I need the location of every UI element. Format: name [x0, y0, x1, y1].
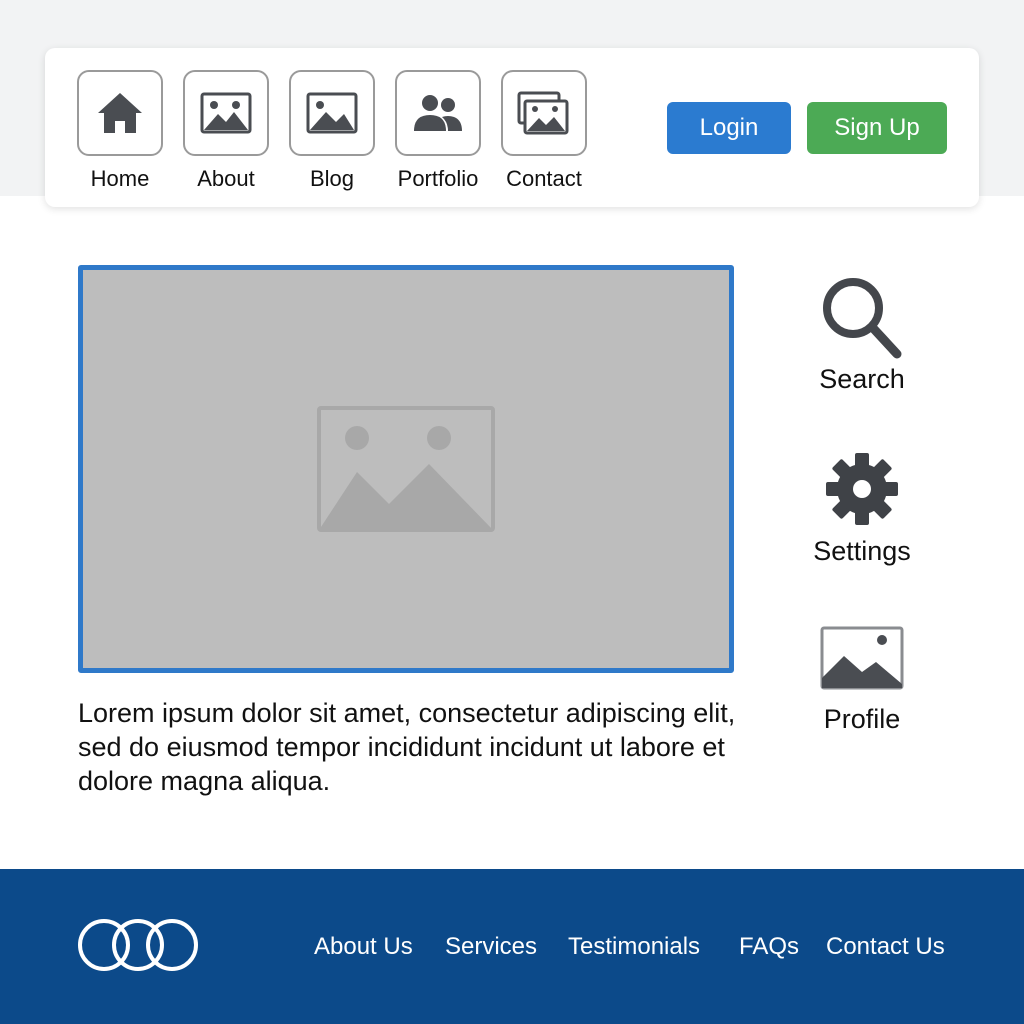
about-tile[interactable]	[183, 70, 269, 156]
footer-link-services[interactable]: Services	[445, 933, 537, 961]
nav-label-home: Home	[90, 166, 150, 191]
nav-label-portfolio: Portfolio	[397, 166, 479, 191]
signup-button[interactable]: Sign Up	[807, 102, 947, 154]
image-icon	[306, 92, 358, 134]
image-icon	[200, 92, 252, 134]
sidebar-item-settings[interactable]: Settings	[800, 452, 924, 567]
image-icon	[820, 626, 904, 690]
contact-tile[interactable]	[501, 70, 587, 156]
home-tile[interactable]	[77, 70, 163, 156]
sidebar-item-search[interactable]: Search	[800, 276, 924, 395]
image-placeholder-icon	[317, 406, 495, 532]
sidebar-item-profile[interactable]: Profile	[800, 626, 924, 735]
search-icon	[823, 278, 902, 359]
nav-label-about: About	[197, 166, 255, 191]
footer-link-testimonials[interactable]: Testimonials	[568, 933, 700, 961]
nav-item-contact[interactable]: Contact	[491, 70, 597, 192]
hero-image[interactable]	[78, 265, 734, 673]
footer-link-contact-us[interactable]: Contact Us	[826, 933, 945, 961]
login-button[interactable]: Login	[667, 102, 791, 154]
footer: About Us Services Testimonials FAQs Cont…	[0, 869, 1024, 1024]
nav-item-home[interactable]: Home	[67, 70, 173, 192]
blog-tile[interactable]	[289, 70, 375, 156]
nav-item-portfolio[interactable]: Portfolio	[385, 70, 491, 192]
sidebar-label-profile: Profile	[823, 704, 901, 734]
top-navigation: Home About Blog Portfolio Contact Login …	[45, 48, 979, 207]
footer-link-about-us[interactable]: About Us	[314, 933, 413, 961]
gear-icon	[826, 453, 898, 525]
users-icon	[414, 95, 462, 131]
sidebar-label-settings: Settings	[813, 536, 911, 566]
logo-rings-icon	[78, 919, 198, 971]
nav-label-contact: Contact	[506, 166, 582, 191]
sidebar-label-search: Search	[819, 364, 905, 394]
footer-link-faqs[interactable]: FAQs	[739, 933, 799, 961]
images-icon	[517, 91, 569, 135]
nav-label-blog: Blog	[309, 166, 355, 191]
nav-item-blog[interactable]: Blog	[279, 70, 385, 192]
portfolio-tile[interactable]	[395, 70, 481, 156]
body-text: Lorem ipsum dolor sit amet, consectetur …	[78, 698, 736, 796]
nav-item-about[interactable]: About	[173, 70, 279, 192]
home-icon	[98, 93, 142, 133]
